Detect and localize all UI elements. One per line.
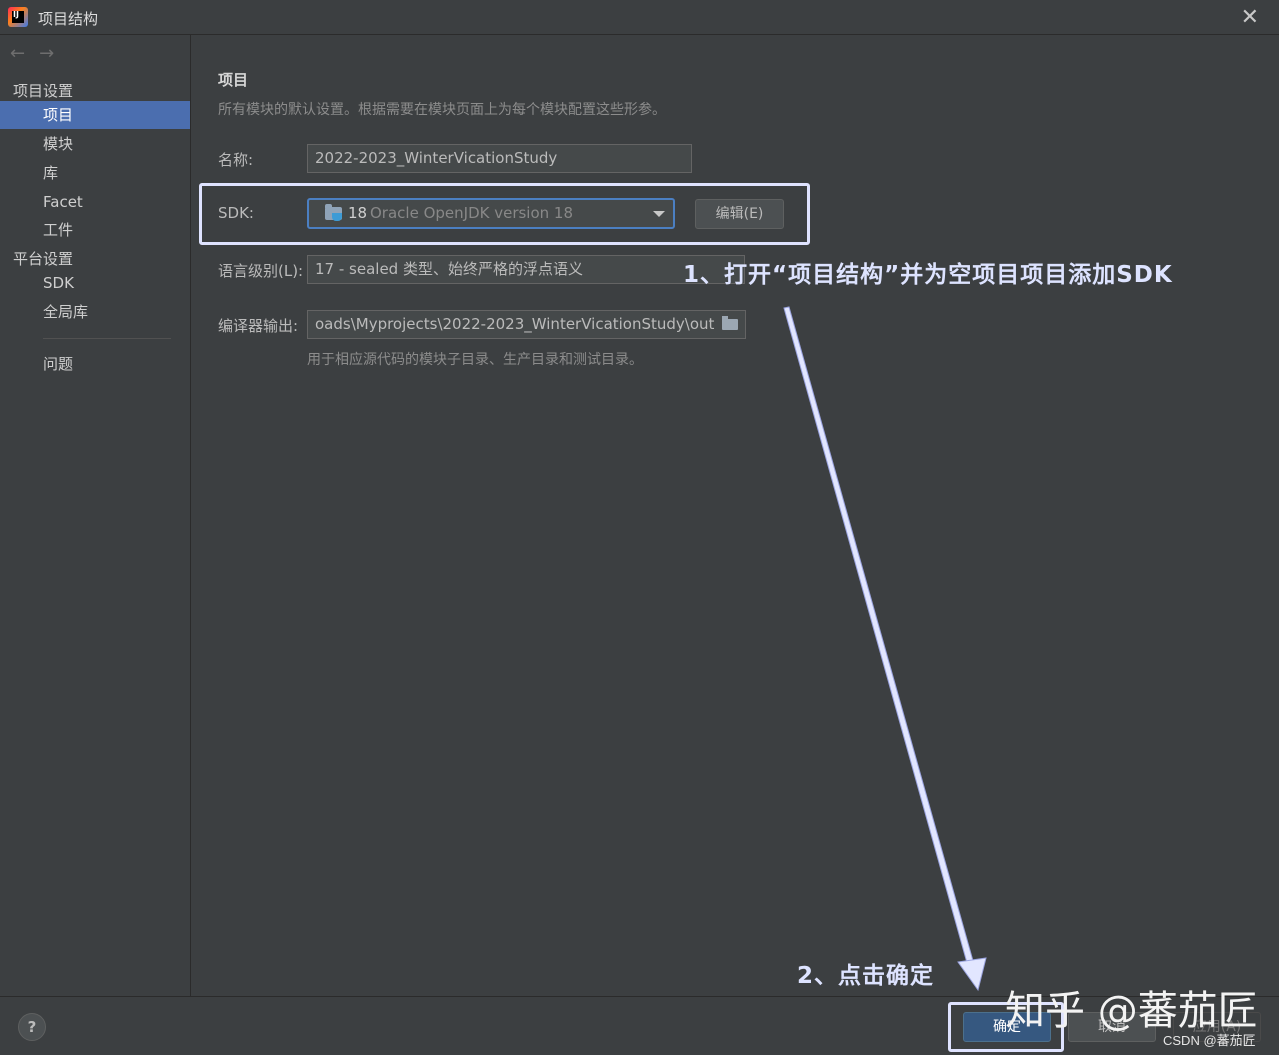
project-settings-panel: 项目 所有模块的默认设置。根据需要在模块页面上为每个模块配置这些形参。 名称: … [191,35,1279,996]
sidebar-item-modules[interactable]: 模块 [0,130,190,158]
sidebar-divider [43,338,171,339]
project-name-input[interactable]: 2022-2023_WinterVicationStudy [307,144,692,173]
name-label: 名称: [218,151,254,169]
sidebar-item-sdk[interactable]: SDK [0,269,190,297]
language-level-label: 语言级别(L): [218,262,304,280]
platform-settings-heading: 平台设置 [13,250,74,268]
sdk-highlight-box [199,183,810,245]
sidebar-item-global-libraries[interactable]: 全局库 [0,298,190,326]
page-title: 项目 [218,71,249,89]
csdn-credit: CSDN @蕃茄匠 [1163,1033,1256,1048]
language-level-select[interactable]: 17 - sealed 类型、始终严格的浮点语义 [307,255,745,284]
nav-arrows: ← → [10,43,68,64]
compiler-output-value: oads\Myprojects\2022-2023_WinterVication… [315,315,715,333]
step1-annotation: 1、打开“项目结构”并为空项目项目添加SDK [683,262,1173,288]
sidebar-item-project[interactable]: 项目 [0,101,190,129]
sidebar: ← → 项目设置 项目 模块 库 Facet 工件 平台设置 SDK 全局库 问题 [0,35,191,996]
help-icon[interactable]: ? [18,1013,46,1041]
compiler-output-input[interactable]: oads\Myprojects\2022-2023_WinterVication… [307,310,746,339]
sidebar-item-facet[interactable]: Facet [0,188,190,216]
sidebar-item-problems[interactable]: 问题 [0,350,190,378]
close-icon[interactable]: ✕ [1241,5,1259,30]
page-description: 所有模块的默认设置。根据需要在模块页面上为每个模块配置这些形参。 [218,102,666,118]
sidebar-item-artifacts[interactable]: 工件 [0,216,190,244]
zhihu-watermark: 知乎 @蕃茄匠 [1005,988,1258,1034]
back-arrow-icon[interactable]: ← [10,43,25,64]
forward-arrow-icon[interactable]: → [39,43,54,64]
sidebar-item-libraries[interactable]: 库 [0,159,190,187]
step2-annotation: 2、点击确定 [797,963,935,989]
compiler-output-hint: 用于相应源代码的模块子目录、生产目录和测试目录。 [307,352,643,368]
window-title: 项目结构 [38,10,99,28]
compiler-output-label: 编译器输出: [218,317,299,335]
project-settings-heading: 项目设置 [13,82,74,100]
browse-folder-icon[interactable] [722,316,738,330]
title-bar: IJ 项目结构 ✕ [0,0,1279,35]
intellij-app-icon: IJ [8,7,28,27]
